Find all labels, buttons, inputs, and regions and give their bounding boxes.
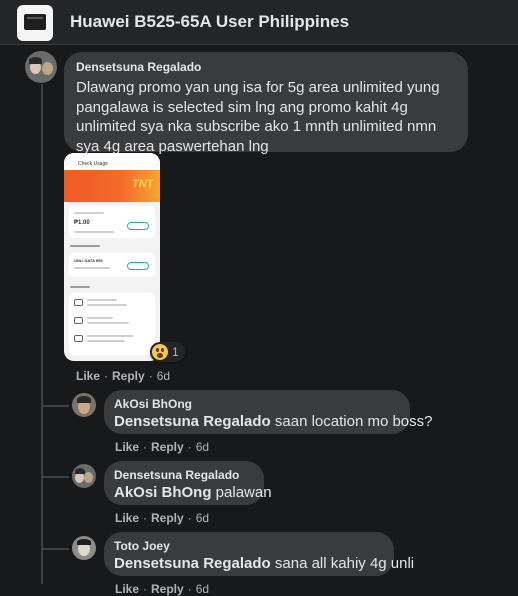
comment-actions: Like · Reply · 6d: [115, 511, 210, 525]
group-header: Huawei B525-65A User Philippines: [0, 0, 518, 45]
comment-text: Densetsuna Regalado sana all kahiy 4g un…: [114, 554, 414, 574]
comment-bubble: Toto Joey Densetsuna Regalado sana all k…: [104, 532, 414, 576]
comment-timestamp[interactable]: 6d: [196, 511, 209, 525]
comment-author[interactable]: Toto Joey: [114, 539, 384, 553]
comment-text: Densetsuna Regalado saan location mo bos…: [114, 412, 432, 432]
comment-bubble: Densetsuna Regalado Dlawang promo yan un…: [64, 52, 468, 155]
reply-button[interactable]: Reply: [151, 511, 184, 525]
subscription-name: UNLI DATA 599: [74, 258, 103, 263]
like-button[interactable]: Like: [115, 440, 139, 454]
comment-actions: Like · Reply · 6d: [115, 440, 210, 454]
wow-icon: [152, 344, 168, 360]
reaction-count: 1: [172, 345, 179, 359]
comment-author[interactable]: Densetsuna Regalado: [76, 60, 456, 74]
avatar[interactable]: [72, 536, 96, 560]
comment-message: saan location mo boss?: [270, 413, 433, 430]
group-avatar[interactable]: [17, 5, 53, 41]
comment-text: Dlawang promo yan ung isa for 5g area un…: [76, 79, 440, 155]
comment-timestamp[interactable]: 6d: [157, 369, 170, 383]
comment-bubble: AkOsi BhOng Densetsuna Regalado saan loc…: [104, 390, 432, 434]
avatar[interactable]: [72, 464, 96, 488]
comment-message: palawan: [211, 484, 272, 501]
attached-image[interactable]: Check Usage TNT ₱1.00 UNLI DATA 599: [64, 153, 160, 361]
avatar[interactable]: [25, 51, 57, 83]
avatar[interactable]: [72, 393, 96, 417]
group-title[interactable]: Huawei B525-65A User Philippines: [70, 12, 349, 32]
attachment-title: Check Usage: [78, 161, 109, 167]
comment-author[interactable]: AkOsi BhOng: [114, 397, 400, 411]
like-button[interactable]: Like: [76, 369, 100, 383]
reply-connector: [43, 405, 69, 407]
thread-line: [41, 84, 43, 584]
balance-value: ₱1.00: [74, 220, 90, 226]
mention-link[interactable]: AkOsi BhOng: [114, 484, 212, 501]
like-button[interactable]: Like: [115, 511, 139, 525]
comment-author[interactable]: Densetsuna Regalado: [114, 468, 254, 482]
comment-text: AkOsi BhOng palawan: [114, 483, 272, 503]
brand-mark: TNT: [132, 178, 154, 190]
subscription-card: UNLI DATA 599: [69, 253, 155, 277]
reaction-badge[interactable]: 1: [150, 342, 185, 362]
reply-connector: [43, 476, 69, 478]
router-image: [24, 14, 46, 30]
balance-card: ₱1.00: [69, 206, 155, 238]
mention-link[interactable]: Densetsuna Regalado: [114, 555, 271, 572]
reply-button[interactable]: Reply: [151, 440, 184, 454]
attachment-banner: TNT: [64, 170, 160, 202]
comment-actions: Like · Reply · 6d: [76, 369, 171, 383]
comment-timestamp[interactable]: 6d: [196, 440, 209, 454]
mention-link[interactable]: Densetsuna Regalado: [114, 413, 271, 430]
comment-bubble: Densetsuna Regalado AkOsi BhOng palawan: [104, 461, 272, 505]
details-card: [69, 293, 155, 355]
comment-message: sana all kahiy 4g unli: [270, 555, 415, 572]
reply-button[interactable]: Reply: [112, 369, 145, 383]
reply-connector: [43, 548, 69, 550]
